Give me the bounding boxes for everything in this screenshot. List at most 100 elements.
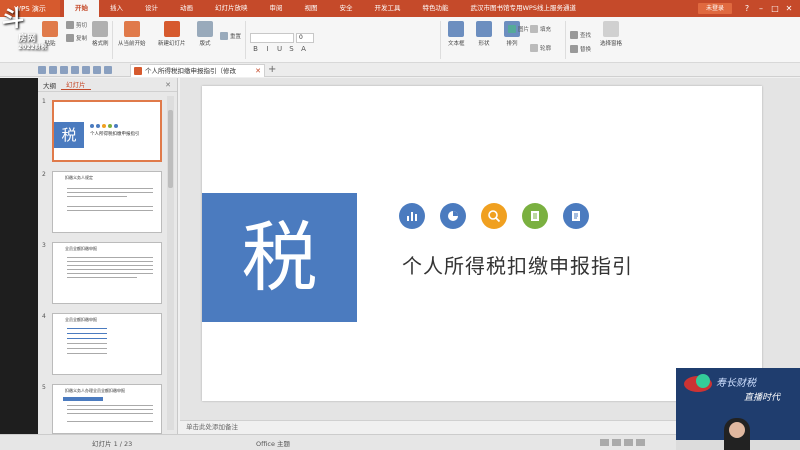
scrollbar-thumb[interactable] (168, 110, 173, 188)
shape-icon (476, 21, 492, 37)
document-icon (563, 203, 589, 229)
document-tab[interactable]: 个人所得税扣缴申报指引（修改版）.pptx ✕ (130, 64, 265, 87)
menu-view[interactable]: 视图 (294, 0, 329, 17)
thumb-pie-icon (96, 124, 100, 128)
font-name-select[interactable] (250, 33, 294, 43)
undo-icon[interactable] (82, 66, 90, 74)
menu-home[interactable]: 开始 (64, 0, 99, 17)
text-line (67, 273, 153, 274)
text-line (67, 257, 153, 258)
shape-button[interactable]: 形状 (476, 21, 492, 47)
tab-slides[interactable]: 幻灯片 (61, 79, 91, 90)
slide-number: 4 (42, 313, 46, 320)
menu-features[interactable]: 特色功能 (412, 0, 460, 17)
reading-view-icon[interactable] (624, 439, 633, 446)
minimize-icon[interactable]: – (754, 4, 768, 13)
menu-design[interactable]: 设计 (134, 0, 169, 17)
menu-review[interactable]: 审阅 (259, 0, 294, 17)
login-button[interactable]: 未登录 (697, 3, 732, 14)
save-icon[interactable] (49, 66, 57, 74)
slide-thumbnail-3[interactable]: 全员全额扣缴申报 (52, 242, 162, 304)
underline-icon[interactable]: U (274, 45, 285, 55)
text-line (67, 405, 153, 406)
font-size-select[interactable]: 0 (296, 33, 314, 43)
fill-button[interactable]: 填充 (530, 25, 551, 33)
add-tab-icon[interactable]: + (268, 63, 276, 76)
menu-insert[interactable]: 插入 (99, 0, 134, 17)
slide-title[interactable]: 个人所得税扣缴申报指引 (402, 250, 633, 279)
menu-animation[interactable]: 动画 (169, 0, 204, 17)
slide-thumbnail-1[interactable]: 税 个人所得税扣缴申报指引 (52, 100, 162, 162)
copy-button[interactable]: 复制 (66, 34, 87, 42)
preview-icon[interactable] (71, 66, 79, 74)
quick-access-icons (38, 66, 115, 74)
thumb-search-icon (102, 124, 106, 128)
slide-thumbnail-4[interactable]: 全员全额扣缴申报 (52, 313, 162, 375)
close-panel-icon[interactable]: ✕ (165, 81, 171, 89)
format-painter-button[interactable]: 格式刷 (92, 21, 109, 47)
textbox-button[interactable]: 文本框 (448, 21, 465, 47)
slide-icon-row (399, 203, 604, 229)
reset-button[interactable]: 重置 (220, 32, 241, 40)
text-line (67, 343, 107, 344)
chart-icon (399, 203, 425, 229)
close-tab-icon[interactable]: ✕ (255, 65, 261, 77)
maximize-icon[interactable]: □ (768, 4, 782, 13)
slide-number: 3 (42, 242, 46, 249)
help-icon[interactable]: ? (740, 4, 754, 13)
text-line (67, 328, 107, 329)
text-line (67, 188, 153, 189)
outline-button[interactable]: 轮廓 (530, 44, 551, 52)
bold-icon[interactable]: B (250, 45, 261, 55)
print-icon[interactable] (60, 66, 68, 74)
notebook-icon (522, 203, 548, 229)
search-icon (481, 203, 507, 229)
replace-button[interactable]: 替换 (570, 45, 591, 53)
redo-icon[interactable] (93, 66, 101, 74)
thumb-chart-icon (90, 124, 94, 128)
menu-service-channel[interactable]: 武汉市图书馆专用WPS线上服务通道 (460, 0, 587, 17)
cut-button[interactable]: 剪切 (66, 21, 87, 29)
thumb-notebook-icon (108, 124, 112, 128)
slide-number: 5 (42, 384, 46, 391)
outline-icon (530, 44, 538, 52)
text-line (67, 409, 153, 410)
text-line (67, 265, 153, 266)
divider (245, 21, 246, 59)
picture-button[interactable]: 图片 (508, 25, 529, 33)
italic-icon[interactable]: I (262, 45, 273, 55)
menu-security[interactable]: 安全 (329, 0, 364, 17)
format-buttons: B I U S A (250, 45, 310, 55)
select-pane-button[interactable]: 选择窗格 (600, 21, 622, 47)
open-icon[interactable] (38, 66, 46, 74)
shadow-icon[interactable]: A (298, 45, 309, 55)
slide-thumbnail-2[interactable]: 扣缴义务人规定 (52, 171, 162, 233)
strike-icon[interactable]: S (286, 45, 297, 55)
picture-icon (508, 25, 516, 33)
play-slideshow-icon[interactable] (636, 439, 645, 446)
replace-icon (570, 45, 578, 53)
left-edge-strip (0, 78, 38, 434)
find-button[interactable]: 查找 (570, 31, 591, 39)
from-current-button[interactable]: 从当前开始 (118, 21, 146, 47)
presenter-face (729, 422, 745, 438)
slide-number: 1 (42, 98, 46, 105)
slide-thumbnail-5[interactable]: 扣缴义务人办理全员全额扣缴申报 (52, 384, 162, 434)
new-slide-icon (163, 21, 180, 37)
menu-slideshow[interactable]: 幻灯片放映 (204, 0, 259, 17)
layout-button[interactable]: 版式 (197, 21, 213, 47)
normal-view-icon[interactable] (600, 439, 609, 446)
ribbon-toolbar: 粘贴 剪切 复制 格式刷 从当前开始 新建幻灯片 版式 重置 0 B I U S… (0, 17, 800, 63)
tab-outline[interactable]: 大纲 (38, 80, 61, 90)
thumbnail-scrollbar[interactable] (167, 96, 174, 430)
divider (440, 21, 441, 59)
slide-canvas[interactable]: 税 个人所得税扣缴申报指引 (202, 86, 762, 401)
view-buttons (600, 439, 648, 446)
slide-counter: 幻灯片 1 / 23 (92, 440, 133, 448)
more-icon[interactable] (104, 66, 112, 74)
thumb-title: 扣缴义务人规定 (65, 175, 93, 180)
close-icon[interactable]: ✕ (782, 4, 796, 13)
sorter-view-icon[interactable] (612, 439, 621, 446)
new-slide-button[interactable]: 新建幻灯片 (158, 21, 186, 47)
menu-developer[interactable]: 开发工具 (364, 0, 412, 17)
